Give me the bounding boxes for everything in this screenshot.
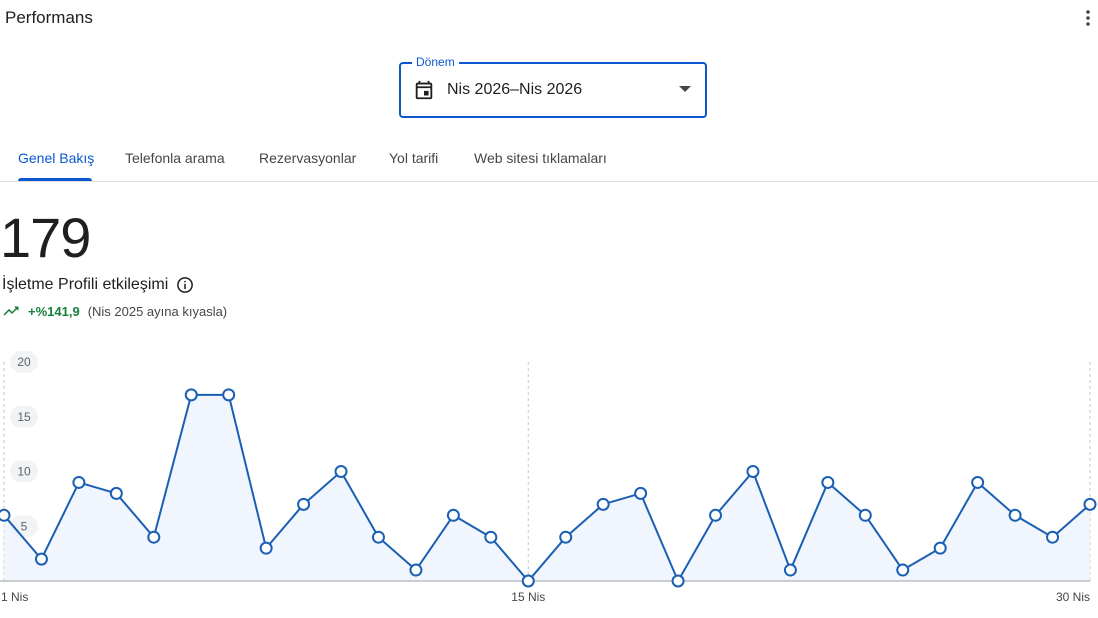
period-value: Nis 2026–Nis 2026: [447, 81, 583, 98]
data-point: [371, 530, 385, 544]
tab-directions[interactable]: Yol tarifi: [389, 150, 438, 166]
tab-overview[interactable]: Genel Bakış: [18, 150, 94, 166]
tab-website-clicks[interactable]: Web sitesi tıklamaları: [474, 150, 607, 166]
page-title: Performans: [5, 8, 93, 27]
info-icon[interactable]: [176, 276, 194, 294]
y-tick-label: 10: [17, 465, 31, 479]
trend-comparison: (Nis 2025 ayına kıyasla): [87, 303, 228, 319]
x-tick-label: 15 Nis: [511, 590, 545, 604]
data-point: [746, 465, 760, 478]
data-point: [409, 563, 423, 577]
tab-phone-calls[interactable]: Telefonla arama: [125, 150, 225, 166]
data-point: [858, 508, 872, 522]
metric-label-text: İşletme Profili etkileşimi: [2, 276, 169, 293]
total-interactions: 179: [0, 206, 91, 269]
data-point: [259, 541, 273, 555]
data-point: [484, 530, 498, 544]
tab-bookings[interactable]: Rezervasyonlar: [259, 150, 356, 166]
trend-row: +%141,9 (Nis 2025 ayına kıyasla): [2, 302, 227, 320]
data-point: [634, 486, 648, 500]
metric-label: İşletme Profili etkileşimi: [2, 276, 194, 294]
data-point: [297, 497, 311, 511]
period-select[interactable]: Dönem Nis 2026–Nis 2026: [399, 55, 707, 118]
more-options-button[interactable]: [1078, 6, 1098, 30]
x-tick-label: 30 Nis: [1056, 590, 1090, 604]
data-point: [521, 574, 535, 588]
y-tick-label: 5: [21, 519, 28, 533]
dropdown-arrow-icon: [679, 86, 691, 92]
data-point: [34, 552, 48, 566]
data-point: [334, 465, 348, 478]
data-point: [671, 574, 685, 588]
more-vert-icon: [1086, 10, 1090, 26]
data-point: [709, 508, 723, 522]
data-point: [933, 541, 947, 555]
data-point: [896, 563, 910, 577]
active-tab-indicator: [18, 178, 92, 181]
data-point: [559, 530, 573, 544]
data-point: [783, 563, 797, 577]
period-label: Dönem: [412, 55, 459, 69]
data-point: [222, 388, 236, 402]
trend-value: +%141,9: [28, 303, 80, 319]
data-point: [72, 475, 86, 489]
data-point: [446, 508, 460, 522]
data-point: [596, 497, 610, 511]
data-point: [821, 475, 835, 489]
calendar-icon: [415, 80, 433, 100]
data-point: [0, 508, 11, 522]
trending-up-icon: [3, 306, 19, 316]
x-tick-label: 1 Nis: [1, 590, 28, 604]
data-point: [184, 388, 198, 402]
data-point: [1008, 508, 1022, 522]
interactions-chart: 20 15 10 5 1 Nis 15 Nis 30 Nis: [0, 351, 1097, 604]
data-point: [1046, 530, 1060, 544]
y-tick-label: 20: [17, 355, 31, 369]
data-point: [147, 530, 161, 544]
data-point: [1083, 497, 1097, 511]
y-tick-label: 15: [17, 410, 31, 424]
data-point: [109, 486, 123, 500]
tab-bar: Genel Bakış Telefonla arama Rezervasyonl…: [0, 138, 1098, 182]
data-point: [971, 475, 985, 489]
